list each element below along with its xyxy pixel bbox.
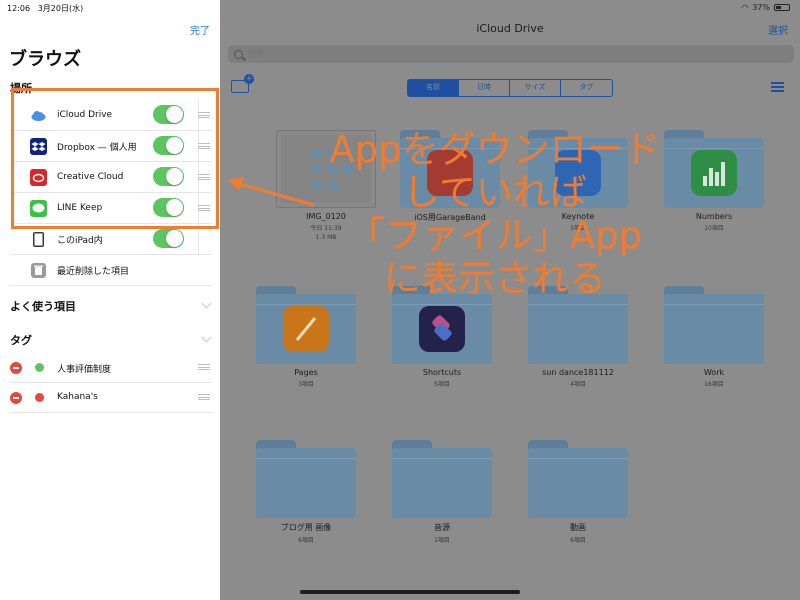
location-toggle[interactable] [153,229,184,248]
file-browser-main: ◠ 37% iCloud Drive 選択 名前 日時 サイズ タグ [220,0,800,600]
pen-icon [295,317,317,341]
folder-icon [392,440,492,518]
status-date: 3月20日(水) [37,4,84,13]
location-label: このiPad内 [57,235,103,246]
folder-shortcuts[interactable]: Shortcuts 5項目 [382,286,502,388]
arrow-icon [228,177,315,207]
folder-icon [256,440,356,518]
folder-blog-images[interactable]: ブログ用 画像 6項目 [246,440,366,544]
item-name: Pages [294,368,318,377]
folder-sun-dance[interactable]: sun dance181112 4項目 [518,286,638,388]
annotation-line-2: していれば [403,171,587,214]
highlight-box [11,88,219,229]
folder-videos[interactable]: 動画 6項目 [518,440,638,544]
folder-audio[interactable]: 音源 1項目 [382,440,502,544]
trash-icon [30,262,47,279]
numbers-icon [691,150,737,196]
item-name: 動画 [570,523,586,532]
done-button[interactable]: 完了 [190,22,210,37]
annotation-line-1: Appをダウンロード [329,128,661,171]
bar-chart-icon [703,162,725,186]
file-grid: IMG_0120 今日 11:39 1.3 MB iOS用GarageBand … [220,0,800,600]
item-name: 音源 [434,523,450,532]
item-count: 6項目 [298,537,314,544]
status-bar-left: 12:06 3月20日(水) [7,3,83,14]
item-count: 6項目 [570,537,586,544]
annotation-line-4: に表示される [384,257,606,300]
chevron-down-icon[interactable] [201,298,212,309]
folder-icon [528,440,628,518]
tag-label: 人事評価制度 [57,365,112,375]
item-name: ブログ用 画像 [280,523,332,532]
reorder-handle-icon[interactable] [198,364,210,370]
item-count: 4項目 [570,381,586,388]
location-row-recently-deleted[interactable]: 最近削除した項目 [10,255,212,286]
folder-work[interactable]: Work 16項目 [654,286,774,388]
item-count: 5項目 [434,381,450,388]
tag-color-dot [35,363,44,372]
ipad-icon [30,231,47,248]
status-time: 12:06 [7,4,31,13]
reorder-handle-icon[interactable] [198,394,210,400]
delete-tag-icon[interactable] [10,392,22,404]
location-label: 最近削除した項目 [57,266,130,277]
section-tags[interactable]: タグ [10,332,32,348]
item-count: 3項目 [298,381,314,388]
layers-icon [432,315,452,341]
browse-title: ブラウズ [9,49,81,70]
section-favorites[interactable]: よく使う項目 [10,298,76,314]
item-name: Shortcuts [422,368,462,377]
tag-row-kahanas[interactable]: Kahana's [10,383,212,413]
annotation-line-3: 「ファイル」App [347,214,643,257]
annotation-text: Appをダウンロード していれば 「ファイル」App に表示される [300,128,690,300]
delete-tag-icon[interactable] [10,362,22,374]
item-count: 1項目 [434,537,450,544]
chevron-down-icon[interactable] [201,332,212,343]
folder-pages[interactable]: Pages 3項目 [246,286,366,388]
tag-row-evaluation[interactable]: 人事評価制度 [10,353,212,383]
item-count: 16項目 [704,381,724,388]
shortcuts-icon [419,306,465,352]
home-indicator [300,590,520,594]
tag-color-dot [35,393,44,402]
tag-label: Kahana's [57,392,98,402]
item-name: sun dance181112 [542,368,614,377]
item-name: Work [703,368,725,377]
pages-icon [283,306,329,352]
